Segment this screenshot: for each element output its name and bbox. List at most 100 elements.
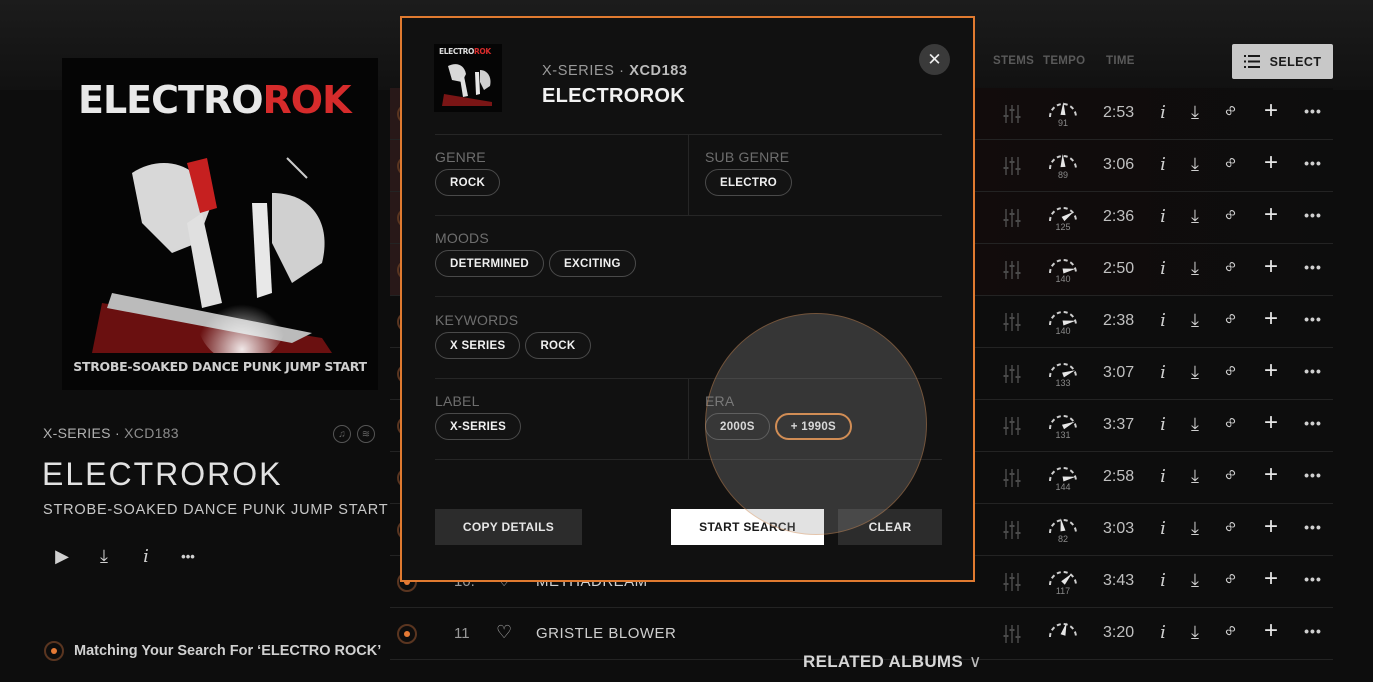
- track-duration: 3:06: [1103, 156, 1135, 173]
- link-icon[interactable]: ∞: [1217, 149, 1245, 177]
- track-duration: 3:03: [1103, 520, 1135, 537]
- link-icon[interactable]: ∞: [1217, 201, 1245, 229]
- more-icon[interactable]: •••: [1302, 103, 1324, 119]
- info-icon[interactable]: i: [1152, 622, 1174, 643]
- info-icon[interactable]: i: [1152, 258, 1174, 279]
- more-icon[interactable]: •••: [1302, 623, 1324, 639]
- stems-icon[interactable]: [1001, 103, 1023, 125]
- more-icon[interactable]: •••: [1302, 415, 1324, 431]
- genre-chip[interactable]: ROCK: [435, 169, 501, 196]
- download-icon[interactable]: ⤓: [1184, 414, 1206, 435]
- link-icon[interactable]: ∞: [1217, 253, 1245, 281]
- track-name[interactable]: GRISTLE BLOWER: [536, 625, 676, 642]
- add-icon[interactable]: +: [1260, 461, 1282, 489]
- add-icon[interactable]: +: [1260, 357, 1282, 385]
- stems-icon[interactable]: [1001, 415, 1023, 437]
- stems-icon[interactable]: [1001, 259, 1023, 281]
- sub-genre-chip[interactable]: ELECTRO: [705, 169, 793, 196]
- stems-icon[interactable]: [1001, 155, 1023, 177]
- stems-icon[interactable]: [1001, 363, 1023, 385]
- play-icon[interactable]: ▶: [52, 546, 72, 567]
- more-icon[interactable]: •••: [1302, 207, 1324, 223]
- keywords-section: KEYWORDS X SERIES ROCK: [435, 312, 591, 359]
- add-icon[interactable]: +: [1260, 565, 1282, 593]
- add-icon[interactable]: +: [1260, 513, 1282, 541]
- tempo-gauge: 133: [1044, 358, 1082, 392]
- download-icon[interactable]: ⤓: [1184, 570, 1206, 591]
- stems-icon[interactable]: [1001, 571, 1023, 593]
- tempo-gauge-icon: [1049, 467, 1077, 482]
- download-icon[interactable]: ⤓: [1184, 258, 1206, 279]
- more-icon[interactable]: •••: [1302, 155, 1324, 171]
- more-icon[interactable]: •••: [1302, 519, 1324, 535]
- info-icon[interactable]: i: [1152, 362, 1174, 383]
- link-icon[interactable]: ∞: [1217, 617, 1245, 645]
- download-icon[interactable]: ⤓: [1184, 154, 1206, 175]
- stems-icon[interactable]: [1001, 207, 1023, 229]
- stems-icon[interactable]: [1001, 623, 1023, 645]
- keyword-chip[interactable]: ROCK: [525, 332, 591, 359]
- streaming-links: ♫ ≋: [333, 425, 375, 443]
- more-icon[interactable]: •••: [1302, 311, 1324, 327]
- era-chip[interactable]: 2000S: [705, 413, 770, 440]
- download-icon[interactable]: ⤓: [1184, 310, 1206, 331]
- link-icon[interactable]: ∞: [1217, 357, 1245, 385]
- heart-icon[interactable]: ♡: [496, 622, 512, 643]
- link-icon[interactable]: ∞: [1217, 461, 1245, 489]
- download-icon[interactable]: ⤓: [94, 546, 114, 567]
- add-icon[interactable]: +: [1260, 305, 1282, 333]
- add-icon[interactable]: +: [1260, 253, 1282, 281]
- add-icon[interactable]: +: [1260, 97, 1282, 125]
- stems-icon[interactable]: [1001, 467, 1023, 489]
- link-icon[interactable]: ∞: [1217, 513, 1245, 541]
- apple-music-icon[interactable]: ♫: [333, 425, 351, 443]
- add-icon[interactable]: +: [1260, 409, 1282, 437]
- mood-chip[interactable]: DETERMINED: [435, 250, 545, 277]
- download-icon[interactable]: ⤓: [1184, 102, 1206, 123]
- download-icon[interactable]: ⤓: [1184, 206, 1206, 227]
- info-icon[interactable]: i: [1152, 466, 1174, 487]
- download-icon[interactable]: ⤓: [1184, 466, 1206, 487]
- select-button[interactable]: SELECT: [1232, 44, 1333, 79]
- start-search-button[interactable]: START SEARCH: [671, 509, 824, 545]
- more-icon[interactable]: •••: [1302, 467, 1324, 483]
- more-icon[interactable]: •••: [1302, 571, 1324, 587]
- info-icon[interactable]: i: [1152, 154, 1174, 175]
- info-icon[interactable]: i: [1152, 414, 1174, 435]
- info-icon[interactable]: i: [1152, 206, 1174, 227]
- search-match-note: Matching Your Search For ‘ELECTRO ROCK’: [44, 641, 381, 661]
- more-icon[interactable]: •••: [178, 549, 198, 564]
- info-icon[interactable]: i: [136, 546, 156, 567]
- label-chip[interactable]: X-SERIES: [435, 413, 522, 440]
- copy-details-button[interactable]: COPY DETAILS: [435, 509, 582, 545]
- link-icon[interactable]: ∞: [1217, 305, 1245, 333]
- info-icon[interactable]: i: [1152, 102, 1174, 123]
- download-icon[interactable]: ⤓: [1184, 622, 1206, 643]
- clear-button[interactable]: CLEAR: [838, 509, 942, 545]
- download-icon[interactable]: ⤓: [1184, 362, 1206, 383]
- track-duration: 2:36: [1103, 208, 1135, 225]
- info-icon[interactable]: i: [1152, 310, 1174, 331]
- add-icon[interactable]: +: [1260, 149, 1282, 177]
- moods-section: MOODS DETERMINED EXCITING: [435, 230, 636, 277]
- stems-icon[interactable]: [1001, 519, 1023, 541]
- add-icon[interactable]: +: [1260, 201, 1282, 229]
- stems-icon[interactable]: [1001, 311, 1023, 333]
- info-icon[interactable]: i: [1152, 570, 1174, 591]
- keyword-chip[interactable]: X SERIES: [435, 332, 521, 359]
- spotify-icon[interactable]: ≋: [357, 425, 375, 443]
- link-icon[interactable]: ∞: [1217, 97, 1245, 125]
- more-icon[interactable]: •••: [1302, 259, 1324, 275]
- more-icon[interactable]: •••: [1302, 363, 1324, 379]
- download-icon[interactable]: ⤓: [1184, 518, 1206, 539]
- mood-chip[interactable]: EXCITING: [549, 250, 636, 277]
- info-icon[interactable]: i: [1152, 518, 1174, 539]
- link-icon[interactable]: ∞: [1217, 409, 1245, 437]
- close-button[interactable]: ✕: [919, 44, 950, 75]
- link-icon[interactable]: ∞: [1217, 565, 1245, 593]
- related-albums-toggle[interactable]: RELATED ALBUMS ∨: [803, 652, 982, 672]
- era-chip-selected[interactable]: + 1990S: [774, 413, 853, 440]
- album-title: ELECTROROK: [42, 456, 283, 492]
- add-icon[interactable]: +: [1260, 617, 1282, 645]
- header-tempo: TEMPO: [1043, 55, 1086, 67]
